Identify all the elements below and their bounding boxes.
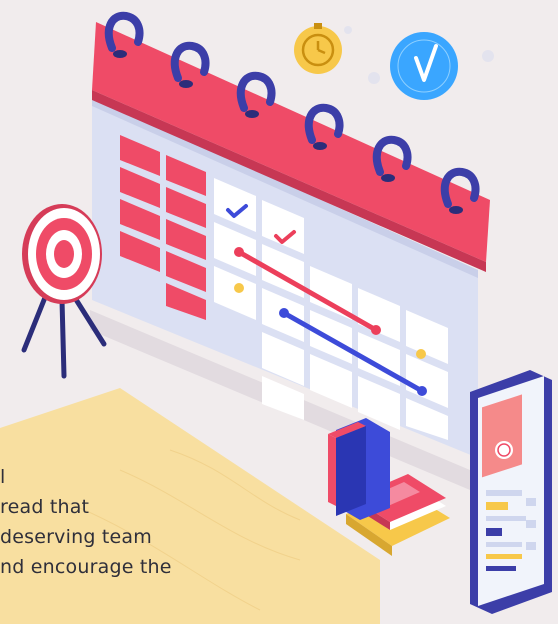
- body-text-line: l: [0, 466, 6, 488]
- body-text-line: deserving team: [0, 526, 152, 548]
- phone-icon: [470, 370, 552, 614]
- target-icon: [21, 204, 107, 379]
- stopwatch-icon: [294, 23, 352, 74]
- clock-icon: [368, 32, 494, 100]
- event-dot: [416, 349, 426, 359]
- body-text-line: read that: [0, 496, 90, 518]
- body-text-line: nd encourage the: [0, 556, 172, 578]
- event-dot: [234, 283, 244, 293]
